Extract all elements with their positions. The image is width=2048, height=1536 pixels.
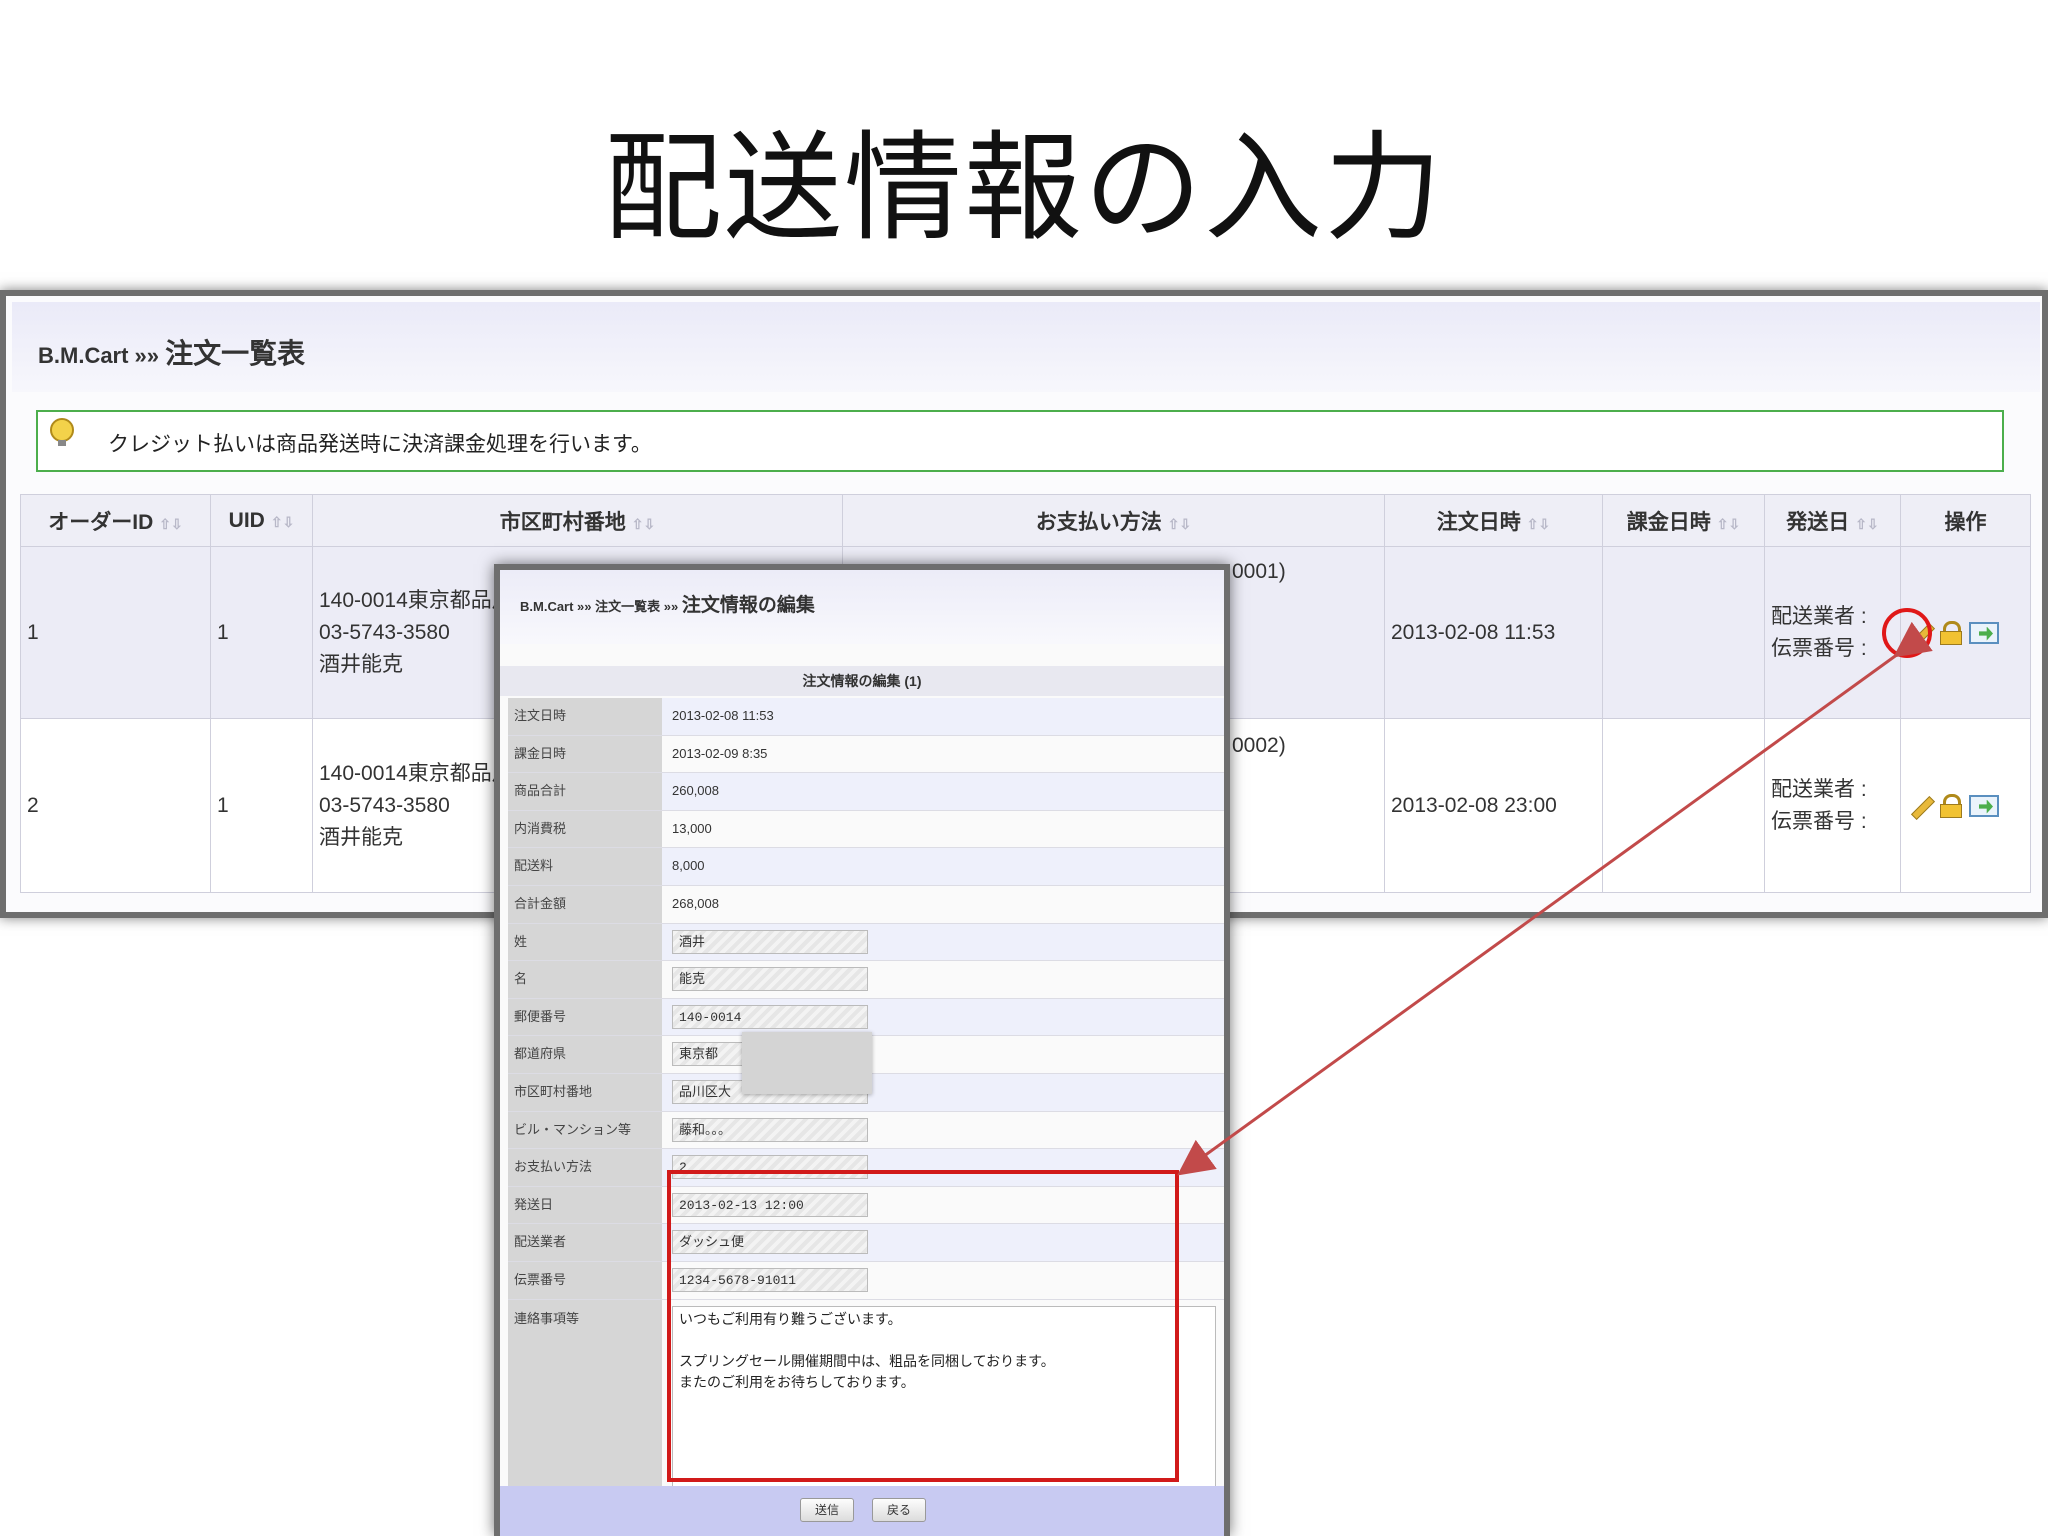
callout-arrow bbox=[1177, 621, 1933, 1176]
arrow-line bbox=[1177, 621, 1933, 1176]
